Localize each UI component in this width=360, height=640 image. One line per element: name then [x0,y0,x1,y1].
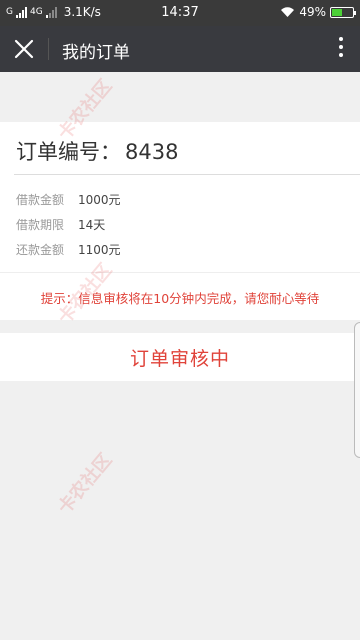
wifi-icon [281,7,295,17]
order-number: 订单编号： 8438 [16,136,178,166]
order-number-label: 订单编号： [16,140,121,164]
side-drag-handle[interactable] [354,322,360,458]
info-value: 1100元 [78,243,121,257]
close-icon [14,39,34,59]
status-right: 49% [280,5,356,19]
order-status-label: 订单审核中 [129,347,230,370]
info-label: 借款期限 [16,218,65,232]
info-value: 14天 [78,218,106,232]
info-value: 1000元 [78,193,121,207]
review-notice: 提示：信息审核将在10分钟内完成，请您耐心等待 [40,291,320,306]
status-bar: G 4G 3.1K/s 14:37 49% [0,0,360,26]
divider [0,272,360,273]
battery-fill [332,8,342,16]
info-row-loan-amount: 借款金额 1000元 [16,191,121,208]
info-label: 借款金额 [16,193,65,207]
order-card: 订单编号： 8438 借款金额 1000元 借款期限 14天 还款金额 1100元 提示… [0,122,360,320]
divider [14,174,360,175]
page-title: 我的订单 [62,43,130,63]
close-button[interactable] [10,35,38,63]
info-label: 还款金额 [16,243,65,257]
more-vertical-icon [339,37,343,57]
more-button[interactable] [336,37,346,61]
info-row-repayment-amount: 还款金额 1100元 [16,241,121,258]
battery-icon [330,6,356,18]
watermark: 卡农社区 [53,449,117,519]
battery-percent: 49% [299,5,326,19]
title-bar: 我的订单 [0,26,360,72]
info-row-loan-term: 借款期限 14天 [16,216,105,233]
order-number-value: 8438 [125,140,179,164]
order-status-button[interactable]: 订单审核中 [0,333,360,381]
title-divider [48,38,49,60]
